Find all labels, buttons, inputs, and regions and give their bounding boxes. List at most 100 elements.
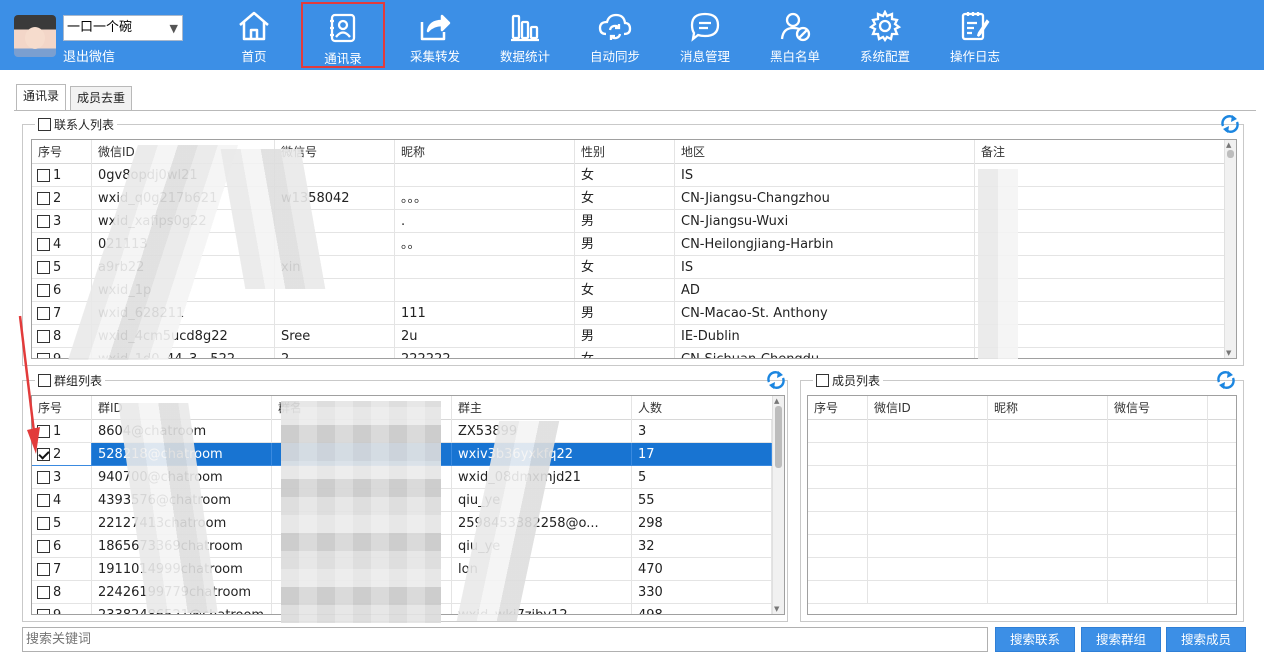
column-header[interactable]: 序号 <box>808 396 868 420</box>
account-select[interactable]: 一口一个碗 ▼ <box>63 15 183 41</box>
table-row[interactable]: 8 wxid_4cm5ucd8g22 Sree 2u 男 IE-Dublin <box>32 325 1225 348</box>
table-row[interactable]: 4 021113 。。男 CN-Heilongjiang-Harbin <box>32 233 1225 256</box>
table-cell <box>1108 535 1208 558</box>
table-cell <box>988 420 1108 443</box>
nav-system-config[interactable]: 系统配置 <box>843 2 927 68</box>
column-header[interactable]: 性别 <box>575 140 675 164</box>
table-row[interactable]: 6 wxid_1p 女 AD <box>32 279 1225 302</box>
table-row[interactable]: 6 1865673369chatroom qiu_ye 32 <box>32 535 772 558</box>
contacts-scrollbar[interactable]: ▲ ▼ <box>1224 140 1236 358</box>
refresh-groups-icon[interactable] <box>765 369 787 391</box>
table-cell: 男 <box>575 302 675 325</box>
row-index-cell: 9 <box>32 604 92 614</box>
avatar[interactable] <box>14 15 56 57</box>
search-groups-button[interactable]: 搜索群组 <box>1081 627 1161 652</box>
table-row[interactable]: 3 940700@chatroom wxid_08dmxmjd21 5 <box>32 466 772 489</box>
nav-messages[interactable]: 消息管理 <box>663 2 747 68</box>
row-checkbox[interactable] <box>37 493 50 507</box>
account-name: 一口一个碗 <box>67 20 133 35</box>
table-cell <box>868 512 988 535</box>
row-checkbox[interactable] <box>37 283 50 297</box>
scroll-down-icon[interactable]: ▼ <box>774 605 779 613</box>
row-checkbox[interactable] <box>37 608 50 614</box>
row-checkbox[interactable] <box>37 562 50 576</box>
column-header[interactable]: 备注 <box>975 140 1225 164</box>
row-index: 5 <box>53 515 62 531</box>
table-cell: 940700@chatroom <box>92 466 272 489</box>
groups-table[interactable]: 序号 群ID 群名 群主 人数 1 8604@chatroom ZX53899 3 2 5… <box>31 395 785 615</box>
table-row[interactable]: 3 wxid_xafips0g22. 男 CN-Jiangsu-Wuxi <box>32 210 1225 233</box>
column-header[interactable]: 微信ID <box>92 140 275 164</box>
row-index: 7 <box>53 305 62 321</box>
table-cell: wxid_1d0_44_3__522 <box>92 348 275 358</box>
table-row[interactable]: 9 23382486521@chatroom wxid_wki7zibv12498 <box>32 604 772 614</box>
row-checkbox[interactable] <box>37 260 50 274</box>
scroll-up-icon[interactable]: ▲ <box>1226 141 1231 149</box>
search-input[interactable] <box>22 627 988 652</box>
search-contacts-button[interactable]: 搜索联系 <box>995 627 1075 652</box>
nav-collect-forward[interactable]: 采集转发 <box>393 2 477 68</box>
column-header[interactable]: 微信号 <box>275 140 395 164</box>
column-header[interactable]: 人数 <box>632 396 772 420</box>
home-icon <box>239 11 269 41</box>
column-header[interactable]: 昵称 <box>988 396 1108 420</box>
nav-label: 消息管理 <box>679 49 730 64</box>
row-checkbox[interactable] <box>37 470 50 484</box>
table-row[interactable]: 9wxid_1d0_44_3__5222222222女CN-Sichuan-Ch… <box>32 348 1225 358</box>
column-header[interactable]: 群主 <box>452 396 632 420</box>
table-row[interactable]: 2 528218@chatroom wxiv3b36yxkfq22 17 <box>32 443 772 466</box>
column-header[interactable]: 地区 <box>675 140 975 164</box>
nav-statistics[interactable]: 数据统计 <box>483 2 567 68</box>
tab-contacts[interactable]: 通讯录 <box>16 84 67 111</box>
row-checkbox[interactable] <box>37 237 50 251</box>
contacts-header: 序号 微信ID 微信号 昵称 性别 地区 备注 <box>32 140 1236 164</box>
table-cell: 22127413chatroom <box>92 512 272 535</box>
row-checkbox[interactable] <box>37 168 50 182</box>
contacts-table[interactable]: 序号 微信ID 微信号 昵称 性别 地区 备注 1 0gv8opdj0wl21 女 I… <box>31 139 1237 359</box>
row-checkbox[interactable] <box>37 585 50 599</box>
row-checkbox[interactable] <box>37 214 50 228</box>
table-row[interactable]: 8 22426199779chatroom 330 <box>32 581 772 604</box>
row-checkbox[interactable] <box>37 539 50 553</box>
row-checkbox[interactable] <box>37 516 50 530</box>
logout-link[interactable]: 退出微信 <box>63 46 115 65</box>
nav-auto-sync[interactable]: 自动同步 <box>573 2 657 68</box>
tab-member-dedup[interactable]: 成员去重 <box>70 86 133 110</box>
column-header[interactable]: 昵称 <box>395 140 575 164</box>
search-members-button[interactable]: 搜索成员 <box>1166 627 1246 652</box>
column-header[interactable]: 群ID <box>92 396 272 420</box>
row-checkbox[interactable] <box>37 191 50 205</box>
table-cell <box>272 420 452 443</box>
table-row[interactable]: 2 wxid_q0g217b621 w1358042。。。女 CN-Jiangsu-C… <box>32 187 1225 210</box>
table-cell <box>275 279 395 302</box>
table-cell <box>868 535 988 558</box>
table-cell: wxid_1p <box>92 279 275 302</box>
table-cell <box>868 558 988 581</box>
table-row[interactable]: 1 0gv8opdj0wl21 女 IS <box>32 164 1225 187</box>
members-table[interactable]: 序号 微信ID 昵称 微信号 <box>807 395 1237 615</box>
table-cell: CN-Macao-St. Anthony <box>675 302 975 325</box>
nav-operation-log[interactable]: 操作日志 <box>933 2 1017 68</box>
groups-scrollbar[interactable]: ▲ ▼ <box>772 396 784 614</box>
table-row[interactable]: 7 wxid_628211 111 男 CN-Macao-St. Anthony <box>32 302 1225 325</box>
column-header[interactable]: 序号 <box>32 140 92 164</box>
select-all-contacts-checkbox[interactable] <box>38 118 51 131</box>
column-header[interactable]: 微信ID <box>868 396 988 420</box>
nav-home[interactable]: 首页 <box>212 2 296 68</box>
table-row[interactable]: 4 4393576@chatroom qiu_ye 55 <box>32 489 772 512</box>
table-row[interactable]: 5 22127413chatroom 2598453382258@o... 298 <box>32 512 772 535</box>
table-cell <box>988 535 1108 558</box>
table-cell: qiu_ye <box>452 535 632 558</box>
select-all-members-checkbox[interactable] <box>816 374 829 387</box>
table-row[interactable]: 5 a9rb22 xin 女 IS <box>32 256 1225 279</box>
column-header[interactable]: 群名 <box>272 396 452 420</box>
scroll-down-icon[interactable]: ▼ <box>1226 349 1231 357</box>
refresh-contacts-icon[interactable] <box>1219 113 1241 135</box>
scroll-up-icon[interactable]: ▲ <box>774 397 779 405</box>
nav-contacts[interactable]: 通讯录 <box>301 2 385 68</box>
refresh-members-icon[interactable] <box>1215 369 1237 391</box>
column-header[interactable]: 微信号 <box>1108 396 1208 420</box>
nav-black-white-list[interactable]: 黑白名单 <box>753 2 837 68</box>
table-row[interactable]: 7 1911014999chatroom lon 470 <box>32 558 772 581</box>
table-row[interactable]: 1 8604@chatroom ZX53899 3 <box>32 420 772 443</box>
